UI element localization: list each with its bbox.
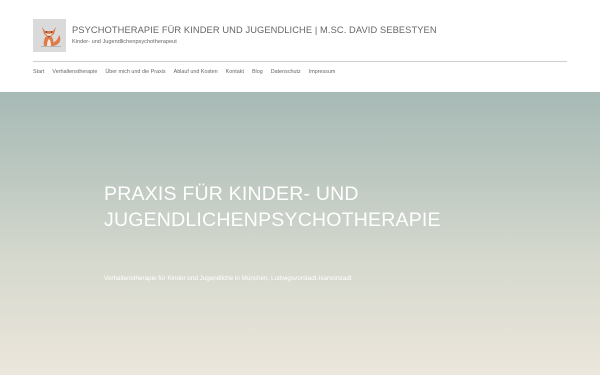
site-header: PSYCHOTHERAPIE FÜR KINDER UND JUGENDLICH… xyxy=(0,0,600,92)
nav-item-verhaltenstherapie[interactable]: Verhaltenstherapie xyxy=(52,69,97,76)
nav-item-ueber-mich[interactable]: Über mich und die Praxis xyxy=(105,69,165,76)
site-logo[interactable] xyxy=(33,19,66,52)
hero-subtitle: Verhaltenstherapie für Kinder und Jugend… xyxy=(104,275,352,282)
nav-item-ablauf-kosten[interactable]: Ablauf und Kosten xyxy=(174,69,218,76)
nav-item-datenschutz[interactable]: Datenschutz xyxy=(271,69,301,76)
nav-item-kontakt[interactable]: Kontakt xyxy=(226,69,244,76)
site-title[interactable]: PSYCHOTHERAPIE FÜR KINDER UND JUGENDLICH… xyxy=(72,25,437,35)
hero-banner: PRAXIS FÜR KINDER- UND JUGENDLICHENPSYCH… xyxy=(0,92,600,375)
nav-item-impressum[interactable]: Impressum xyxy=(309,69,336,76)
hero-title: PRAXIS FÜR KINDER- UND JUGENDLICHENPSYCH… xyxy=(104,183,441,231)
nav-item-blog[interactable]: Blog xyxy=(252,69,263,76)
fox-icon xyxy=(33,19,66,52)
main-nav: Start Verhaltenstherapie Über mich und d… xyxy=(33,69,335,76)
nav-item-start[interactable]: Start xyxy=(33,69,44,76)
header-divider xyxy=(33,61,567,62)
site-tagline: Kinder- und Jugendlichenpsychotherapeut xyxy=(72,39,177,45)
